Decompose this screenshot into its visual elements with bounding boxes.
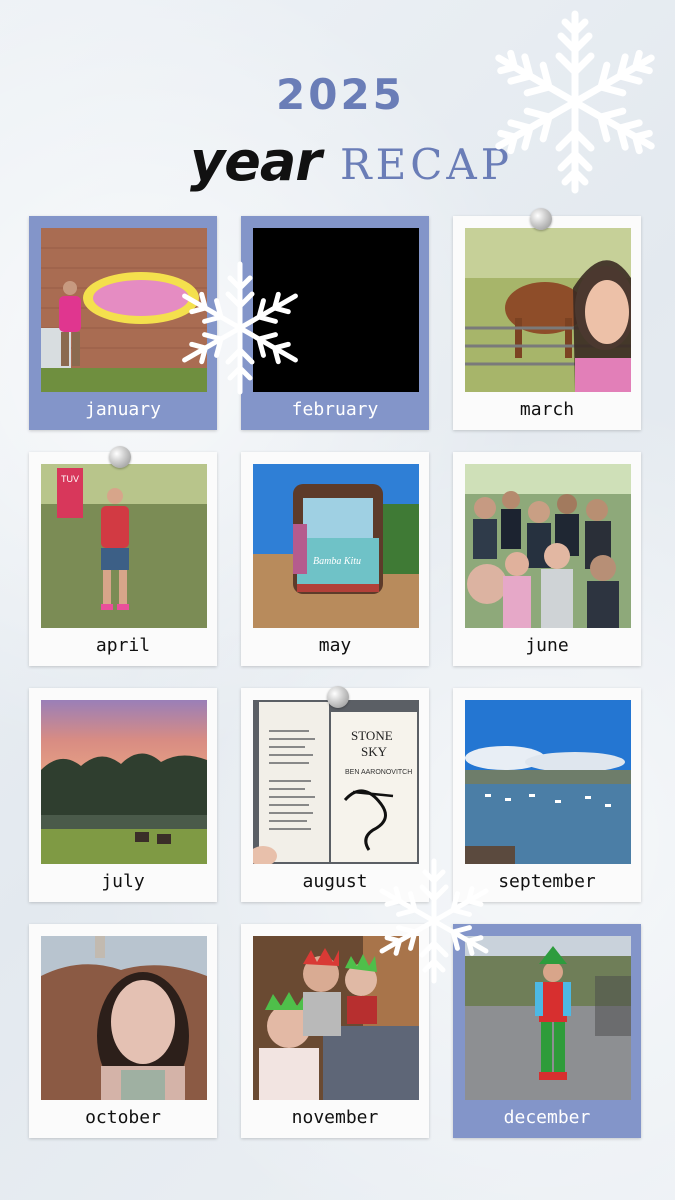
- photo-october: [41, 936, 207, 1100]
- caption-january: january: [85, 399, 161, 420]
- caption-april: april: [95, 635, 151, 656]
- polaroid-july: july: [29, 688, 217, 902]
- photo-january: [41, 228, 207, 392]
- polaroid-august: STONE SKY BEN AARONOVITCH august: [241, 688, 429, 902]
- book-author: BEN AARONOVITCH: [345, 769, 412, 776]
- book-title-line2: SKY: [361, 744, 388, 759]
- photo-september: [465, 700, 631, 864]
- caption-july: july: [101, 871, 145, 892]
- april-banner-text: TUV: [61, 474, 79, 484]
- polaroid-october: october: [29, 924, 217, 1138]
- title-recap-word: RECAP: [340, 140, 514, 189]
- pin-icon: [109, 446, 131, 468]
- caption-february: february: [291, 399, 379, 420]
- photo-november: [253, 936, 419, 1100]
- photo-march: [465, 228, 631, 392]
- caption-september: september: [498, 871, 596, 892]
- polaroid-january: january: [29, 216, 217, 430]
- polaroid-march: march: [453, 216, 641, 430]
- caption-december: december: [503, 1107, 591, 1128]
- polaroid-december: december: [453, 924, 641, 1138]
- caption-june: june: [525, 635, 569, 656]
- book-title-line1: STONE: [351, 728, 393, 743]
- title-year-word: year: [190, 130, 322, 193]
- polaroid-september: september: [453, 688, 641, 902]
- photo-june: [465, 464, 631, 628]
- caption-november: november: [291, 1107, 379, 1128]
- polaroid-february: february: [241, 216, 429, 430]
- polaroid-april: TUV april: [29, 452, 217, 666]
- year-heading: 2025: [276, 70, 405, 119]
- pin-icon: [327, 686, 349, 708]
- caption-october: october: [85, 1107, 161, 1128]
- polaroid-june: june: [453, 452, 641, 666]
- pin-icon: [530, 208, 552, 230]
- caption-march: march: [519, 399, 575, 420]
- polaroid-may: Bamba Kitu may: [241, 452, 429, 666]
- photo-may: Bamba Kitu: [253, 464, 419, 628]
- photo-april: TUV: [41, 464, 207, 628]
- header: 2025 year RECAP: [0, 0, 675, 210]
- may-sign-text: Bamba Kitu: [313, 556, 361, 567]
- photo-december: [465, 936, 631, 1100]
- polaroid-november: november: [241, 924, 429, 1138]
- caption-may: may: [318, 635, 352, 656]
- photo-august: STONE SKY BEN AARONOVITCH: [253, 700, 419, 864]
- photo-february: [253, 228, 419, 392]
- caption-august: august: [302, 871, 368, 892]
- photo-july: [41, 700, 207, 864]
